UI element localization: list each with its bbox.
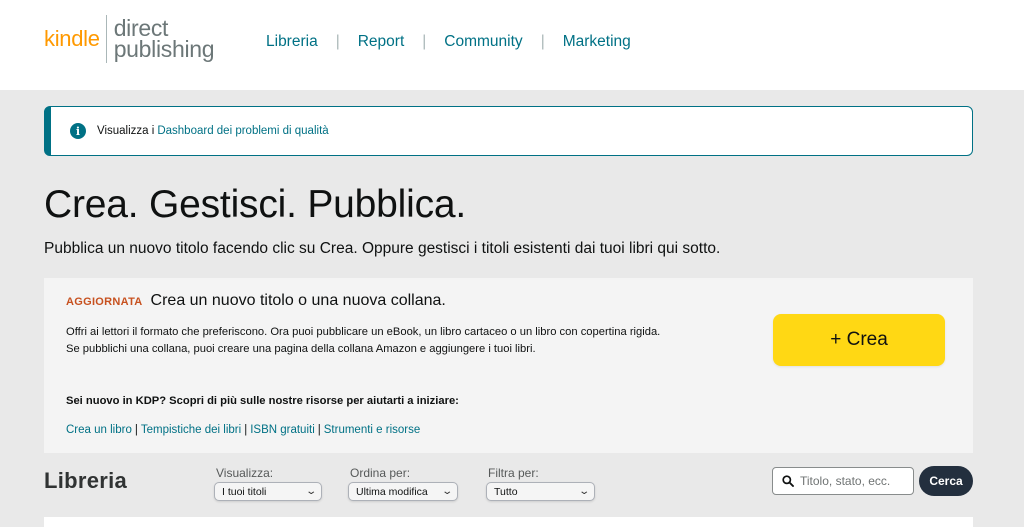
link-free-isbn[interactable]: ISBN gratuiti	[250, 424, 315, 436]
new-to-kdp-text: Sei nuovo in KDP? Scopri di più sulle no…	[66, 395, 459, 407]
resource-links: Crea un libro | Tempistiche dei libri | ISBN…	[66, 424, 420, 436]
create-panel-title: Crea un nuovo titolo o una nuova collana…	[150, 292, 446, 309]
create-panel-heading: AGGIORNATA Crea un nuovo titolo o una nu…	[66, 292, 446, 310]
chevron-down-icon: ⌄	[577, 486, 590, 497]
nav-separator: |	[540, 33, 545, 50]
link-separator: |	[244, 424, 248, 436]
quality-dashboard-link[interactable]: Dashboard dei problemi di qualità	[157, 125, 328, 137]
link-separator: |	[317, 424, 321, 436]
view-filter: Visualizza: I tuoi titoli ⌄	[214, 466, 322, 501]
logo-kindle-text: kindle	[44, 26, 100, 51]
nav-report[interactable]: Report	[358, 33, 405, 51]
updated-badge: AGGIORNATA	[66, 296, 143, 308]
filter-select-value: Tutto	[494, 485, 518, 498]
top-header: kindle direct publishing Libreria | Repo…	[0, 0, 1024, 90]
kdp-logo[interactable]: kindle direct publishing	[44, 14, 215, 64]
library-title: Libreria	[44, 468, 128, 493]
page-subtitle: Pubblica un nuovo titolo facendo clic su…	[44, 240, 721, 257]
create-panel: AGGIORNATA Crea un nuovo titolo o una nu…	[44, 278, 973, 453]
filter-select[interactable]: Tutto ⌄	[486, 482, 595, 501]
sort-filter-label: Ordina per:	[350, 466, 411, 480]
filter-by-label: Filtra per:	[488, 466, 539, 480]
chevron-down-icon: ⌄	[440, 486, 453, 497]
page-title: Crea. Gestisci. Pubblica.	[44, 183, 467, 226]
nav-libreria[interactable]: Libreria	[266, 33, 318, 51]
logo-divider	[105, 15, 107, 63]
chevron-down-icon: ⌄	[304, 486, 317, 497]
sort-filter: Ordina per: Ultima modifica ⌄	[348, 466, 458, 501]
nav-separator: |	[422, 33, 427, 50]
view-filter-label: Visualizza:	[216, 466, 274, 480]
library-search-input[interactable]	[800, 474, 910, 488]
main-nav: Libreria | Report | Community | Marketin…	[266, 33, 631, 51]
search-button[interactable]: Cerca	[919, 466, 973, 496]
create-panel-description: Offri ai lettori il formato che preferis…	[66, 326, 661, 355]
logo-publishing-text: publishing	[113, 36, 215, 62]
create-button[interactable]: + Crea	[773, 314, 945, 366]
library-results-panel	[44, 517, 973, 527]
link-book-timelines[interactable]: Tempistiche dei libri	[141, 424, 241, 436]
info-icon: i	[70, 123, 86, 139]
nav-marketing[interactable]: Marketing	[563, 33, 631, 51]
nav-community[interactable]: Community	[444, 33, 522, 51]
sort-select-value: Ultima modifica	[356, 485, 428, 498]
library-search-box	[772, 467, 914, 495]
link-tools-resources[interactable]: Strumenti e risorse	[324, 424, 421, 436]
filter-by: Filtra per: Tutto ⌄	[486, 466, 595, 501]
quality-alert: i Visualizza i Dashboard dei problemi di…	[44, 106, 973, 156]
logo-direct-publishing: direct publishing	[113, 17, 215, 62]
sort-select[interactable]: Ultima modifica ⌄	[348, 482, 458, 501]
view-select[interactable]: I tuoi titoli ⌄	[214, 482, 322, 501]
link-create-book[interactable]: Crea un libro	[66, 424, 132, 436]
alert-prefix: Visualizza i	[97, 125, 155, 137]
view-select-value: I tuoi titoli	[222, 485, 267, 498]
link-separator: |	[134, 424, 138, 436]
nav-separator: |	[335, 33, 340, 50]
search-icon	[782, 475, 794, 487]
